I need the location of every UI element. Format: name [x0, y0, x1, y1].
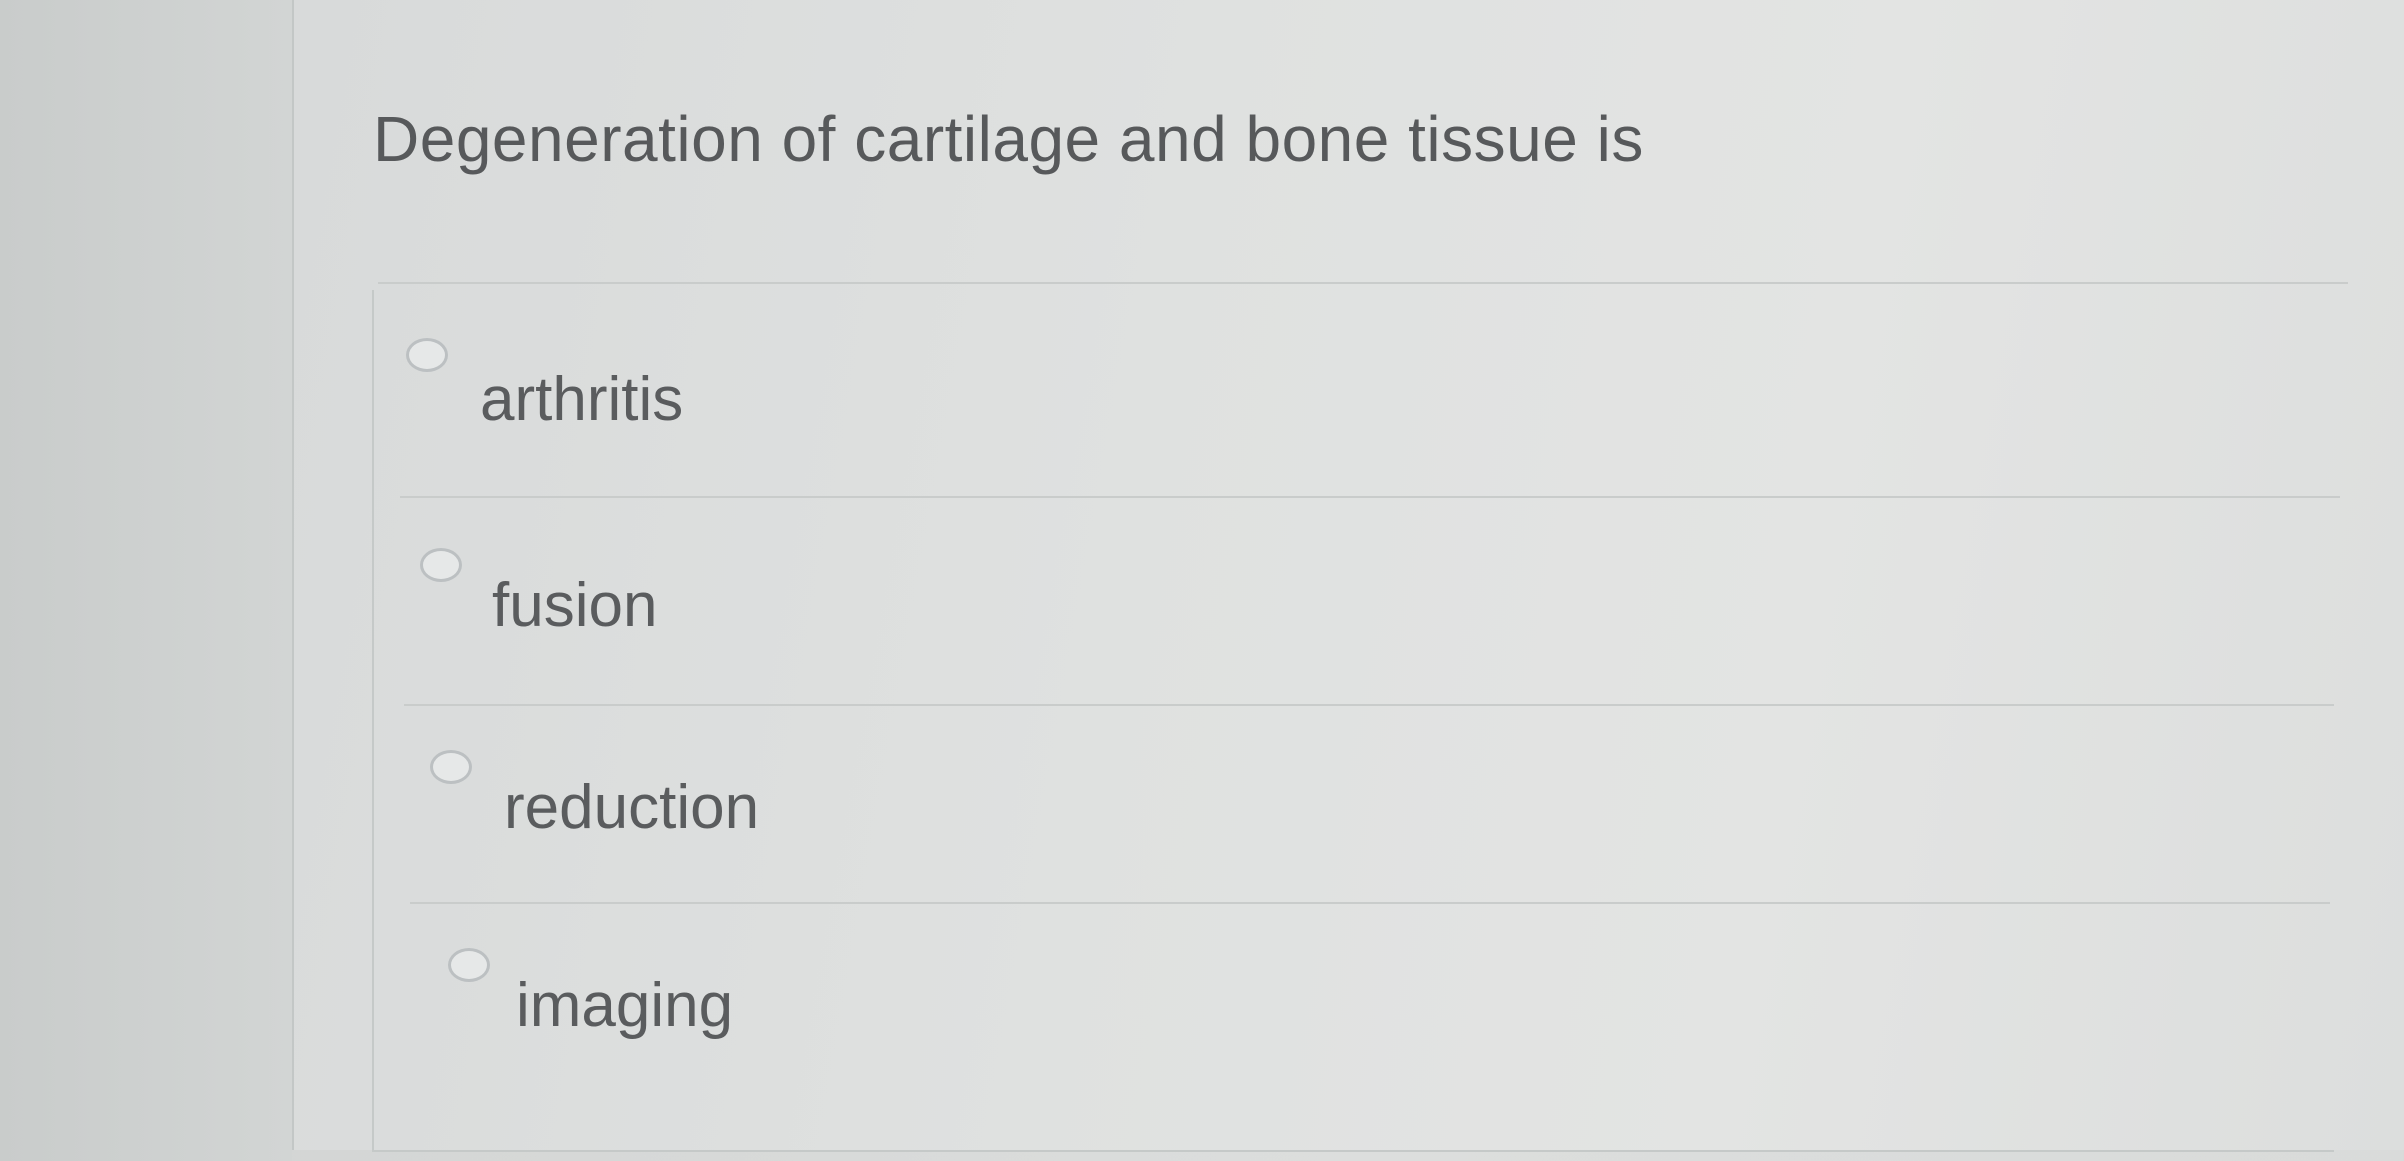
question-text: Degeneration of cartilage and bone tissu…	[373, 103, 1644, 175]
option-fusion[interactable]: fusion	[412, 540, 712, 650]
option-label: reduction	[504, 773, 760, 842]
option-imaging[interactable]: imaging	[440, 940, 770, 1050]
divider	[400, 496, 2340, 498]
divider	[378, 282, 2348, 284]
radio-button[interactable]	[448, 948, 490, 982]
radio-button[interactable]	[406, 338, 448, 372]
option-arthritis[interactable]: arthritis	[400, 330, 740, 440]
page-background-left	[0, 0, 292, 1161]
option-label: imaging	[516, 971, 734, 1040]
option-reduction[interactable]: reduction	[422, 742, 782, 852]
radio-button[interactable]	[430, 750, 472, 784]
radio-button[interactable]	[420, 548, 462, 582]
divider	[404, 704, 2334, 706]
divider	[410, 902, 2330, 904]
option-label: fusion	[492, 571, 658, 640]
option-label: arthritis	[480, 365, 684, 434]
